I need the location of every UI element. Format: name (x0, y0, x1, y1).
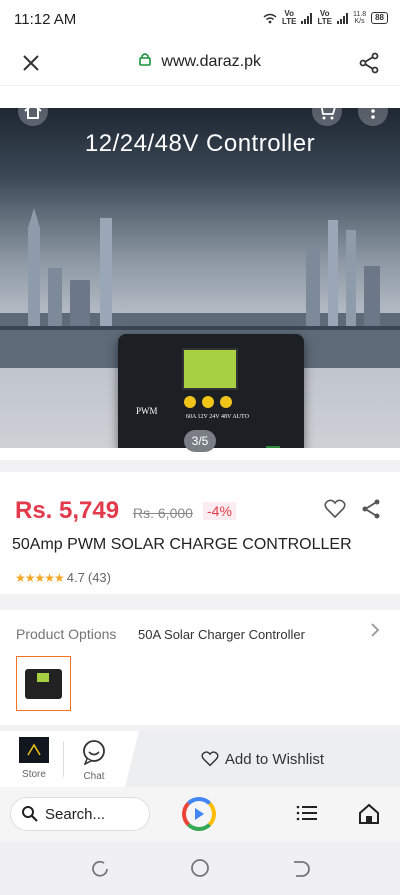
heart-icon[interactable] (324, 499, 346, 524)
home-icon[interactable] (358, 803, 380, 830)
product-image[interactable]: 12/24/48V Controller PWM 60A 12V 24V 48V… (0, 108, 400, 448)
battery-icon: 88 (371, 12, 388, 24)
home-icon[interactable] (18, 96, 48, 126)
green-terminal (266, 446, 280, 448)
discount-badge: -4% (203, 502, 236, 520)
heart-icon (201, 751, 219, 767)
product-price: Rs. 5,749 (15, 497, 120, 524)
thumbnail-image (25, 669, 62, 699)
chat-label: Chat (83, 771, 105, 782)
options-value: 50A Solar Charger Controller (138, 627, 305, 642)
add-to-wishlist-button[interactable]: Add to Wishlist (125, 731, 400, 787)
store-logo-icon (19, 737, 49, 763)
wishlist-label: Add to Wishlist (224, 750, 325, 768)
store-label: Store (22, 769, 46, 780)
signal-icon (336, 12, 348, 24)
rating[interactable]: ★★★★★ 4.7 (43) (15, 570, 111, 585)
original-price: Rs. 6,000 (133, 505, 193, 521)
review-count: (43) (87, 570, 111, 585)
more-options-icon[interactable] (358, 96, 388, 126)
action-bar: Store Chat Add to Wishlist (0, 731, 400, 787)
wifi-icon (263, 13, 277, 23)
product-info: Rs. 5,749 Rs. 6,000 -4% 50Amp PWM SOLAR … (0, 472, 400, 594)
status-time: 11:12 AM (14, 11, 77, 28)
lcd-screen (182, 348, 238, 390)
chevron-right-icon[interactable] (370, 622, 380, 643)
search-placeholder: Search... (45, 805, 106, 823)
sim2-volte-label: Vo LTE (317, 9, 332, 26)
back-icon[interactable] (290, 859, 310, 884)
lock-icon (139, 53, 155, 70)
system-nav-bar (0, 841, 400, 895)
device-buttons (184, 396, 232, 408)
browser-bottom-bar: Search... (0, 787, 400, 841)
chat-button[interactable]: Chat (72, 739, 116, 782)
search-input[interactable]: Search... (10, 797, 150, 831)
device-label: PWM (136, 406, 158, 416)
device-spec: 60A 12V 24V 48V AUTO (186, 414, 249, 420)
menu-list-icon[interactable] (296, 804, 318, 827)
store-button[interactable]: Store (12, 737, 56, 780)
browser-url-bar: www.daraz.pk (0, 40, 400, 86)
cart-icon[interactable] (312, 96, 342, 126)
status-bar: 11:12 AM Vo LTE Vo LTE 11.8 K/s 88 (0, 0, 400, 40)
options-label: Product Options (16, 626, 117, 642)
image-counter: 3/5 (184, 430, 216, 452)
url-display[interactable]: www.daraz.pk (0, 52, 400, 71)
home-button-icon[interactable] (190, 858, 210, 883)
share-icon[interactable] (360, 498, 382, 525)
product-gallery[interactable]: 12/24/48V Controller PWM 60A 12V 24V 48V… (0, 86, 400, 460)
option-thumbnail[interactable] (16, 656, 71, 711)
url-text: www.daraz.pk (161, 53, 262, 70)
sim1-volte-label: Vo LTE (281, 9, 297, 26)
search-icon (22, 806, 38, 822)
chat-icon (81, 739, 107, 766)
star-rating-icon: ★★★★★ (15, 570, 65, 585)
product-options[interactable]: Product Options 50A Solar Charger Contro… (0, 610, 400, 725)
image-title: 12/24/48V Controller (84, 130, 316, 157)
status-icons: Vo LTE Vo LTE 11.8 K/s 88 (263, 10, 388, 26)
signal-icon (301, 12, 313, 24)
recent-apps-icon[interactable] (90, 859, 110, 884)
network-speed: 11.8 K/s (352, 11, 367, 25)
divider (63, 741, 64, 777)
share-icon[interactable] (358, 52, 380, 79)
play-icon[interactable] (182, 797, 216, 831)
product-name: 50Amp PWM SOLAR CHARGE CONTROLLER (12, 536, 352, 553)
rating-value: 4.7 (66, 570, 85, 585)
